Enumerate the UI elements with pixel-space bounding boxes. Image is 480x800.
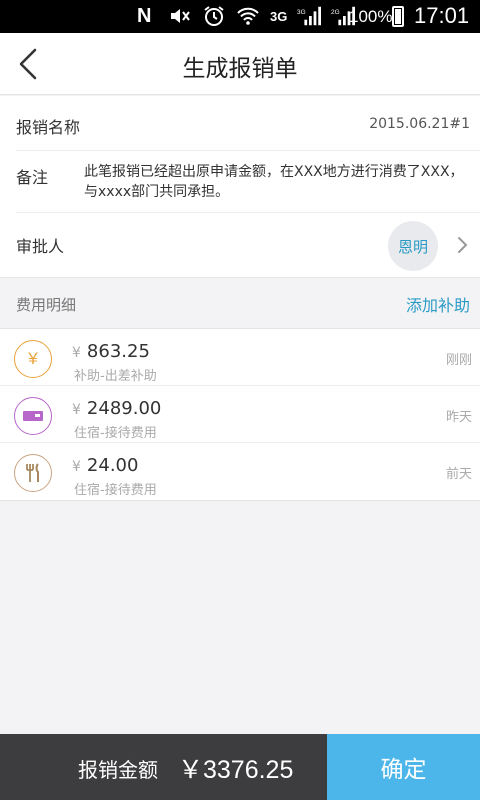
bed-icon	[14, 397, 52, 435]
expense-time: 刚刚	[445, 353, 472, 368]
expense-category: 住宿-接待费用	[74, 426, 157, 441]
note-text: 此笔报销已经超出原申请金额，在XXX地方进行消费了XXX，与xxxx部门共同承担…	[84, 164, 464, 200]
reimbursement-name-row[interactable]: 报销名称 2015.06.21#1	[16, 96, 480, 151]
status-time: 17:01	[414, 3, 470, 28]
reimbursement-name-label: 报销名称	[16, 118, 81, 137]
chevron-right-icon	[458, 237, 468, 253]
battery-icon	[392, 6, 404, 27]
fork-knife-icon	[14, 454, 52, 492]
mute-icon	[168, 5, 192, 27]
status-icons: 3G 3G 2G	[168, 5, 356, 27]
expense-amount: ¥24.00	[72, 455, 139, 476]
expense-amount: ¥2489.00	[72, 398, 162, 419]
list-item[interactable]: ¥24.00 住宿-接待费用 前天	[0, 443, 480, 500]
alarm-icon	[202, 5, 226, 27]
status-bar: N 3G 3G 2G 100% 17:01	[0, 0, 480, 33]
expense-category: 住宿-接待费用	[74, 483, 157, 498]
svg-text:3G: 3G	[297, 9, 306, 16]
list-item[interactable]: ¥ ¥863.25 补助-出差补助 刚刚	[0, 329, 480, 386]
add-allowance-link[interactable]: 添加补助	[406, 292, 470, 316]
expense-time: 昨天	[445, 410, 472, 425]
confirm-button[interactable]: 确定	[327, 734, 480, 800]
wifi-icon	[236, 5, 260, 27]
expense-list: ¥ ¥863.25 补助-出差补助 刚刚 ¥2489.00 住宿-接待费用 昨天…	[0, 329, 480, 501]
approver-label: 审批人	[16, 237, 65, 256]
total-area: 报销金额 ￥3376.25	[0, 734, 327, 800]
total-amount: ￥3376.25	[178, 756, 294, 784]
page-title: 生成报销单	[182, 56, 298, 82]
nfc-icon: N	[137, 5, 152, 27]
note-row[interactable]: 备注 此笔报销已经超出原申请金额，在XXX地方进行消费了XXX，与xxxx部门共…	[16, 152, 480, 213]
bottom-bar: 报销金额 ￥3376.25 确定	[0, 734, 480, 800]
reimbursement-name-value: 2015.06.21#1	[369, 116, 470, 132]
expense-amount: ¥863.25	[72, 341, 150, 362]
approver-avatar[interactable]: 恩明	[388, 221, 438, 271]
expense-time: 前天	[445, 467, 472, 482]
expense-section-header: 费用明细 添加补助	[0, 277, 480, 329]
expense-category: 补助-出差补助	[74, 369, 157, 384]
expense-section-title: 费用明细	[16, 296, 77, 314]
approver-row[interactable]: 审批人 恩明	[16, 213, 480, 277]
note-label: 备注	[16, 168, 49, 187]
battery-percent: 100%	[349, 7, 393, 26]
svg-text:2G: 2G	[331, 9, 340, 16]
network-3g-label: 3G	[270, 8, 288, 24]
title-bar: 生成报销单	[0, 33, 480, 95]
total-label: 报销金额	[78, 758, 158, 782]
signal-3g-icon: 3G	[297, 5, 322, 27]
yen-icon: ¥	[14, 340, 52, 378]
list-item[interactable]: ¥2489.00 住宿-接待费用 昨天	[0, 386, 480, 443]
